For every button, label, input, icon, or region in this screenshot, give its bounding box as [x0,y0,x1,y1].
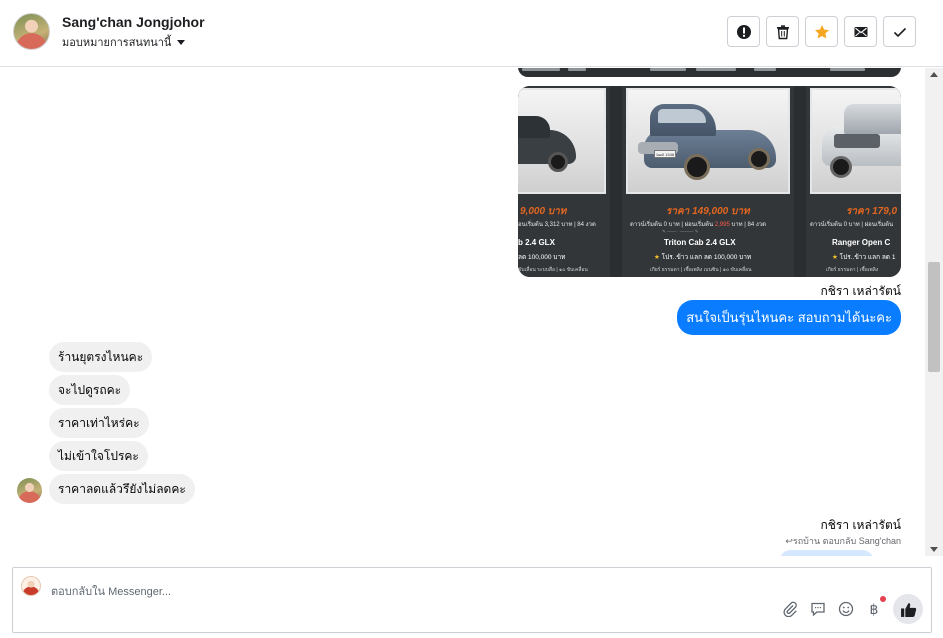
contact-avatar[interactable] [13,13,50,50]
emoji-button[interactable] [837,600,855,618]
mark-unread-button[interactable] [844,16,877,47]
message-composer[interactable]: ตอบกลับใน Messenger... ฿ [12,567,932,633]
reply-note: ↩รถบ้าน ตอบกลับ Sang'chan [785,536,901,546]
car-photo-1 [518,88,606,194]
trash-icon [776,24,789,39]
car-panel-3: ราคา 179,0 ดาวน์เริ่มต้น 0 บาท | ผ่อนเริ… [806,86,901,277]
check-icon [893,27,906,37]
car-photo-3 [810,88,901,194]
car-model-3: Ranger Open C [832,238,891,247]
car-specs-2: เกียร์ ธรรมดา | เชื้อเพลิง เบนซิน | ๑๐ ข… [650,267,752,273]
header-actions [727,16,916,47]
scroll-down-arrow-icon[interactable] [930,547,938,552]
license-plate: 1ฒล 1548 [654,150,676,158]
car-installment-3: ดาวน์เริ่มต้น 0 บาท | ผ่อนเริ่มต้น [810,222,894,228]
page-avatar [21,576,41,596]
car-price-1: 9,000 บาท [520,206,567,217]
previous-image-attachment[interactable] [518,68,901,77]
incoming-message[interactable]: ไม่เข้าใจโปรคะ [49,441,148,471]
conversation-header: Sang'chan Jongjohor มอบหมายการสนทนานี้ [0,0,943,67]
car-installment-2: ดาวน์เริ่มต้น 0 บาท | ผ่อนเริ่มต้น 2,995… [630,222,767,228]
incoming-message[interactable]: ราคาเท่าไหร่คะ [49,408,149,438]
paperclip-icon [783,601,797,617]
outgoing-message-partial[interactable] [779,550,874,556]
car-photo-2: 1ฒล 1548 [626,88,790,194]
car-panel-1: 9,000 บาท อนเริ่มต้น 3,312 บาท | 84 งวด … [518,86,610,277]
incoming-message[interactable]: ราคาลดแล้วรึยังไม่ลดคะ [49,474,195,504]
composer-tools: ฿ [781,594,923,624]
scrollbar-thumb[interactable] [928,262,940,372]
mark-done-button[interactable] [883,16,916,47]
car-model-1: b 2.4 GLX [518,238,555,247]
incoming-message[interactable]: จะไปดูรถคะ [49,375,131,405]
car-promo-2: ★ โปร..ข้าว แลก ลด 100,000 บาท [654,254,752,261]
payment-button[interactable]: ฿ [865,596,886,618]
contact-name[interactable]: Sang'chan Jongjohor [62,14,205,30]
spam-button[interactable] [727,16,760,47]
incoming-message[interactable]: ร้านยุตรงไหนคะ [49,342,153,372]
smiley-icon [838,601,854,617]
attach-button[interactable] [781,600,799,618]
assign-conversation-dropdown[interactable]: มอบหมายการสนทนานี้ [62,33,186,51]
car-installment-1: อนเริ่มต้น 3,312 บาท | 84 งวด [518,222,596,228]
star-icon [814,24,829,38]
saved-replies-button[interactable] [809,600,827,618]
car-listing-image[interactable]: 9,000 บาท อนเริ่มต้น 3,312 บาท | 84 งวด … [518,86,901,277]
agent-name: กชิรา เหล่ารัตน์ [820,518,901,532]
car-panel-2: 1ฒล 1548 ราคา 149,000 บาท ดาวน์เริ่มต้น … [622,86,794,277]
car-promo-3: ★ โปร..ข้าว แลก ลด 1 [832,254,896,261]
message-thread[interactable]: 9,000 บาท อนเริ่มต้น 3,312 บาท | 84 งวด … [0,68,925,556]
car-specs-1: ขับเลื่อน ระบบสื่อ | ๑๐ ขับเคลื่อน [518,267,588,273]
star-button[interactable] [805,16,838,47]
thumbs-up-icon [900,602,916,617]
car-specs-3: เกียร์ ธรรมดา | เชื้อเพลิง [826,267,879,273]
car-price-3: ราคา 179,0 [846,206,898,217]
car-promo-1: ลด 100,000 บาท [518,254,566,261]
contact-avatar-small[interactable] [17,478,42,503]
delete-button[interactable] [766,16,799,47]
baht-icon: ฿ [869,600,879,617]
notification-dot [880,596,886,602]
envelope-icon [854,26,867,37]
like-button[interactable] [893,594,923,624]
thread-scrollbar[interactable] [925,68,943,556]
outgoing-message[interactable]: สนใจเป็นรุ่นไหนคะ สอบถามได้นะคะ [677,300,901,335]
scroll-up-arrow-icon[interactable] [930,72,938,77]
car-price-2: ราคา 149,000 บาท [666,206,750,217]
car-model-2: Triton Cab 2.4 GLX [664,238,736,247]
alert-icon [736,24,751,39]
caret-down-icon [177,39,186,45]
chat-bubble-icon [811,602,825,617]
assign-label: มอบหมายการสนทนานี้ [62,37,172,49]
agent-name: กชิรา เหล่ารัตน์ [820,284,901,298]
reply-input[interactable]: ตอบกลับใน Messenger... [51,582,171,600]
